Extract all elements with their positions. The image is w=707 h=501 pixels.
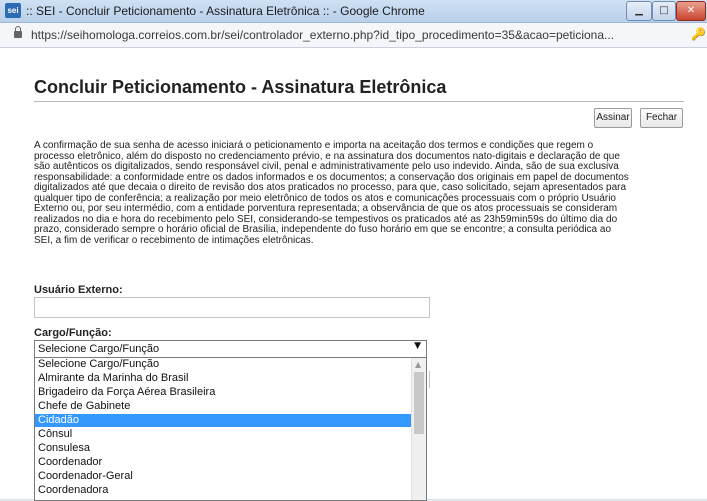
key-icon[interactable]: 🔑 bbox=[691, 27, 706, 41]
cargo-option[interactable]: Coordenador bbox=[35, 456, 411, 469]
terms-line: A confirmação de sua senha de acesso ini… bbox=[34, 140, 594, 151]
usuario-externo-field[interactable] bbox=[34, 297, 430, 318]
cargo-option-highlighted[interactable]: Cidadão bbox=[35, 414, 411, 427]
cargo-options-list[interactable]: Selecione Cargo/Função Almirante da Mari… bbox=[34, 357, 427, 501]
cargo-selected-value: Selecione Cargo/Função bbox=[38, 343, 160, 355]
close-button[interactable]: ✕ bbox=[676, 1, 706, 21]
terms-paragraph: A confirmação de sua senha de acesso ini… bbox=[34, 140, 686, 246]
cargo-option[interactable]: Brigadeiro da Força Aérea Brasileira bbox=[35, 386, 411, 399]
url-text[interactable]: https://seihomologa.correios.com.br/sei/… bbox=[31, 28, 614, 42]
cargo-option[interactable]: Selecione Cargo/Função bbox=[35, 358, 411, 371]
cargo-option[interactable]: Coordenador-Geral bbox=[35, 470, 411, 483]
terms-line: digitalizados até que decaia o direito d… bbox=[34, 182, 627, 193]
cargo-option[interactable]: Cônsul bbox=[35, 428, 411, 441]
cargo-option[interactable]: Coordenadora bbox=[35, 484, 411, 497]
cargo-option[interactable]: Almirante da Marinha do Brasil bbox=[35, 372, 411, 385]
page-title: Concluir Peticionamento - Assinatura Ele… bbox=[34, 77, 447, 97]
list-scrollbar[interactable]: ▲ bbox=[411, 358, 426, 500]
cargo-option[interactable]: Consulesa bbox=[35, 442, 411, 455]
chevron-down-icon[interactable]: ▼ bbox=[414, 341, 421, 351]
sei-app-icon: sei bbox=[5, 3, 21, 18]
cargo-funcao-label: Cargo/Função: bbox=[34, 327, 112, 339]
terms-line: Externo ou, por seu intermédio, com a en… bbox=[34, 203, 618, 214]
terms-line: SEI, a fim de verificar o recebimento de… bbox=[34, 234, 314, 246]
cargo-funcao-select[interactable]: Selecione Cargo/Função ▼ bbox=[34, 340, 427, 358]
terms-line: são autênticos os digitalizados, sendo r… bbox=[34, 161, 619, 172]
scroll-up-icon[interactable]: ▲ bbox=[415, 360, 421, 369]
page-content: Concluir Peticionamento - Assinatura Ele… bbox=[0, 48, 707, 501]
minimize-button[interactable]: ▁ bbox=[626, 1, 652, 21]
lock-icon bbox=[14, 26, 22, 38]
title-divider bbox=[34, 101, 684, 102]
assinar-button[interactable]: Assinar bbox=[594, 108, 632, 128]
cargo-option[interactable]: Chefe de Gabinete bbox=[35, 400, 411, 413]
terms-line: prazo, considerado sempre o horário ofic… bbox=[34, 224, 612, 235]
address-bar[interactable]: https://seihomologa.correios.com.br/sei/… bbox=[0, 23, 707, 48]
scrollbar-thumb[interactable] bbox=[414, 372, 424, 434]
usuario-externo-label: Usuário Externo: bbox=[34, 284, 123, 296]
window-title: :: SEI - Concluir Peticionamento - Assin… bbox=[26, 4, 425, 18]
maximize-button[interactable]: □ bbox=[652, 1, 676, 21]
fechar-button[interactable]: Fechar bbox=[640, 108, 683, 128]
window-titlebar: sei :: SEI - Concluir Peticionamento - A… bbox=[0, 0, 707, 23]
